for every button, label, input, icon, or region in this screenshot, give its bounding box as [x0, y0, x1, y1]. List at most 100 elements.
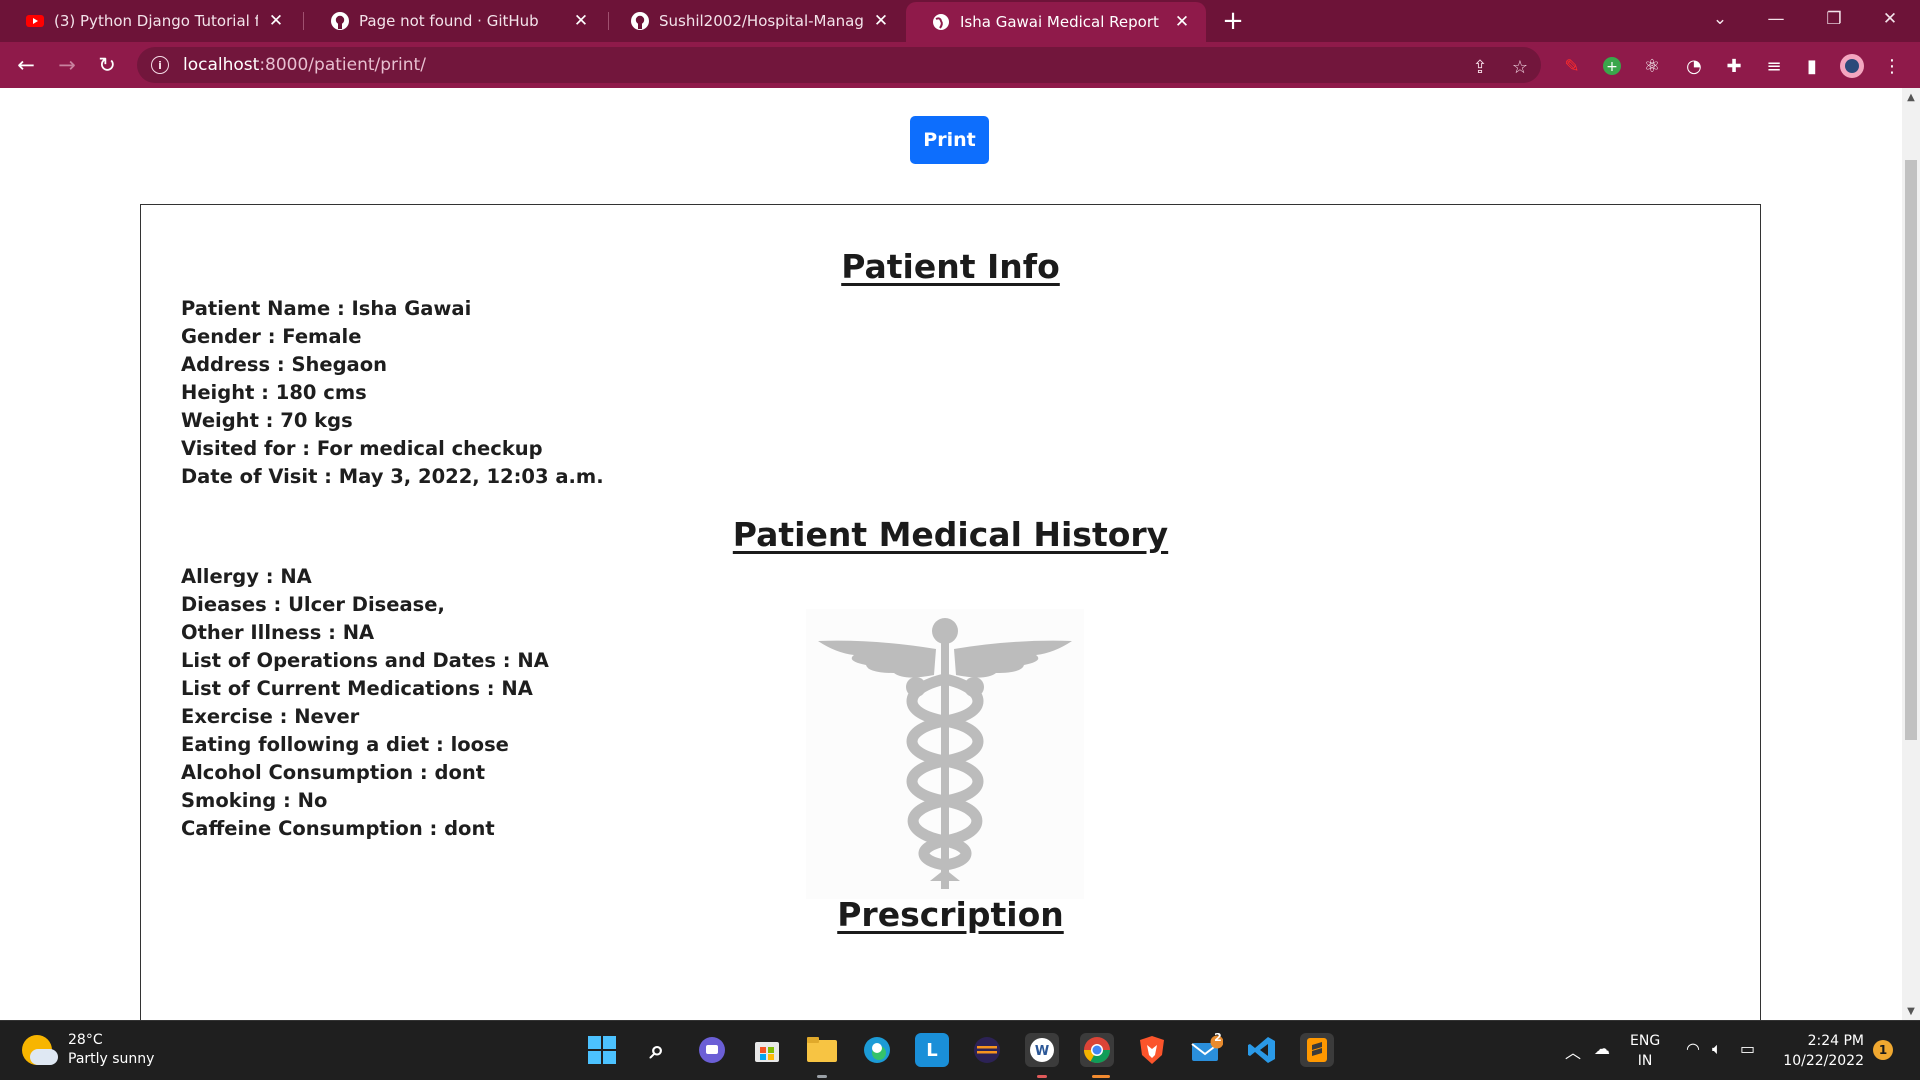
browser-tab-strip: (3) Python Django Tutorial for Be ✕ Page…: [0, 0, 1920, 42]
language-region: IN: [1637, 1053, 1653, 1069]
running-indicator: [1037, 1075, 1047, 1078]
gauge-extension-icon[interactable]: ◔: [1682, 54, 1706, 78]
profile-avatar[interactable]: [1840, 54, 1864, 78]
battery-icon[interactable]: ▭: [1740, 1039, 1755, 1058]
field-height: Height : 180 cms: [181, 381, 367, 404]
clock-time: 2:24 PM: [1807, 1033, 1864, 1049]
pen-extension-icon[interactable]: ✎: [1560, 54, 1584, 78]
url-text: localhost:8000/patient/print/: [183, 55, 426, 75]
info-icon[interactable]: i: [151, 56, 169, 74]
new-tab-button[interactable]: +: [1218, 6, 1248, 36]
share-icon[interactable]: ⇪: [1469, 56, 1491, 78]
sublime-icon[interactable]: [1300, 1033, 1334, 1067]
field-smoking: Smoking : No: [181, 789, 328, 812]
close-icon[interactable]: ✕: [266, 11, 286, 31]
partly-sunny-icon: [22, 1035, 58, 1065]
scroll-up-icon[interactable]: ▲: [1906, 92, 1916, 103]
scrollbar-thumb[interactable]: [1905, 160, 1917, 740]
tab-medical-report[interactable]: Isha Gawai Medical Report ✕: [906, 2, 1206, 42]
field-alcohol: Alcohol Consumption : dont: [181, 761, 486, 784]
patient-info-list: Patient Name : Isha Gawai Gender : Femal…: [181, 295, 604, 491]
mail-icon[interactable]: 2: [1190, 1031, 1224, 1067]
address-bar[interactable]: i localhost:8000/patient/print/ ⇪ ☆: [137, 47, 1541, 83]
weather-description: Partly sunny: [68, 1051, 155, 1067]
store-icon[interactable]: [750, 1033, 784, 1067]
eclipse-icon[interactable]: [970, 1033, 1004, 1067]
close-icon[interactable]: ✕: [871, 11, 891, 31]
forward-button[interactable]: →: [51, 49, 83, 81]
show-hidden-icons-chevron-icon[interactable]: ︿: [1565, 1039, 1581, 1063]
medical-history-heading: Patient Medical History: [732, 515, 1169, 554]
url-path: :8000/patient/print/: [259, 55, 426, 75]
restore-button[interactable]: ❐: [1806, 0, 1862, 38]
field-visited-for: Visited for : For medical checkup: [181, 437, 543, 460]
github-icon: [331, 12, 349, 30]
field-weight: Weight : 70 kgs: [181, 409, 353, 432]
tab-github-repo[interactable]: Sushil2002/Hospital-Managemen ✕: [605, 0, 905, 42]
vscode-icon[interactable]: [1245, 1033, 1279, 1067]
url-host: localhost: [183, 55, 260, 75]
react-devtools-icon[interactable]: ⚛: [1640, 54, 1664, 78]
windows-start-icon[interactable]: [585, 1033, 619, 1067]
notification-badge[interactable]: 1: [1873, 1040, 1893, 1060]
tab-search-button[interactable]: ⌄: [1692, 0, 1748, 38]
green-extension-icon[interactable]: +: [1600, 54, 1624, 78]
weather-widget[interactable]: 28°C Partly sunny: [22, 1031, 154, 1069]
wifi-icon[interactable]: ◠: [1686, 1039, 1700, 1058]
brave-icon[interactable]: [1135, 1033, 1169, 1067]
field-diseases: Dieases : Ulcer Disease,: [181, 593, 445, 616]
onedrive-icon[interactable]: ☁: [1594, 1039, 1610, 1058]
close-icon[interactable]: ✕: [571, 11, 591, 31]
prescription-heading: Prescription: [837, 895, 1064, 934]
clock-date: 10/22/2022: [1783, 1053, 1864, 1069]
kebab-menu-icon[interactable]: ⋮: [1880, 54, 1904, 78]
print-button[interactable]: Print: [910, 116, 989, 164]
mail-badge: 2: [1214, 1031, 1222, 1044]
l-app-icon[interactable]: L: [915, 1033, 949, 1067]
language-indicator[interactable]: ENG IN: [1630, 1031, 1660, 1071]
browser-toolbar: ← → ↻ i localhost:8000/patient/print/ ⇪ …: [0, 42, 1920, 88]
reading-list-icon[interactable]: ≡: [1762, 54, 1786, 78]
field-other-illness: Other Illness : NA: [181, 621, 375, 644]
side-panel-icon[interactable]: ▮: [1800, 54, 1824, 78]
bookmark-star-icon[interactable]: ☆: [1509, 56, 1531, 78]
field-exercise: Exercise : Never: [181, 705, 360, 728]
medical-history-list: Allergy : NA Dieases : Ulcer Disease, Ot…: [181, 563, 549, 843]
chrome-icon[interactable]: [1080, 1033, 1114, 1067]
field-allergy: Allergy : NA: [181, 565, 312, 588]
medical-report: Patient Info Patient Name : Isha Gawai G…: [140, 204, 1761, 1020]
close-window-button[interactable]: ✕: [1862, 0, 1918, 38]
field-date-of-visit: Date of Visit : May 3, 2022, 12:03 a.m.: [181, 465, 604, 488]
close-icon[interactable]: ✕: [1172, 12, 1192, 32]
tab-separator: [303, 12, 304, 30]
tab-title: Isha Gawai Medical Report: [960, 13, 1159, 31]
tab-youtube[interactable]: (3) Python Django Tutorial for Be ✕: [0, 0, 300, 42]
extensions-puzzle-icon[interactable]: ✚: [1722, 54, 1746, 78]
field-address: Address : Shegaon: [181, 353, 387, 376]
windows-taskbar: 28°C Partly sunny ⌕ L W 2 ︿ ☁ ENG IN ◠ 🔈…: [0, 1020, 1920, 1080]
youtube-icon: [26, 15, 44, 27]
clock[interactable]: 2:24 PM 10/22/2022: [1780, 1031, 1864, 1071]
field-diet: Eating following a diet : loose: [181, 733, 509, 756]
svg-text:+: +: [1606, 59, 1618, 75]
field-operations: List of Operations and Dates : NA: [181, 649, 549, 672]
field-caffeine: Caffeine Consumption : dont: [181, 817, 495, 840]
file-explorer-icon[interactable]: [805, 1033, 839, 1067]
chat-icon[interactable]: [695, 1033, 729, 1067]
back-button[interactable]: ←: [10, 49, 42, 81]
tab-github-not-found[interactable]: Page not found · GitHub ✕: [305, 0, 605, 42]
tab-title: Page not found · GitHub: [359, 12, 539, 30]
minimize-button[interactable]: —: [1748, 0, 1804, 38]
volume-icon[interactable]: 🔈︎: [1712, 1039, 1722, 1059]
notion-like-icon[interactable]: W: [1025, 1033, 1059, 1067]
field-gender: Gender : Female: [181, 325, 362, 348]
search-icon[interactable]: ⌕: [640, 1033, 674, 1067]
scroll-down-icon[interactable]: ▼: [1906, 1006, 1916, 1017]
edge-icon[interactable]: [860, 1033, 894, 1067]
tab-title: Sushil2002/Hospital-Managemen: [659, 12, 863, 30]
github-icon: [631, 12, 649, 30]
globe-icon: [933, 14, 949, 30]
page-scrollbar[interactable]: ▲ ▼: [1902, 88, 1920, 1020]
reload-button[interactable]: ↻: [91, 49, 123, 81]
caduceus-icon: [806, 609, 1084, 899]
